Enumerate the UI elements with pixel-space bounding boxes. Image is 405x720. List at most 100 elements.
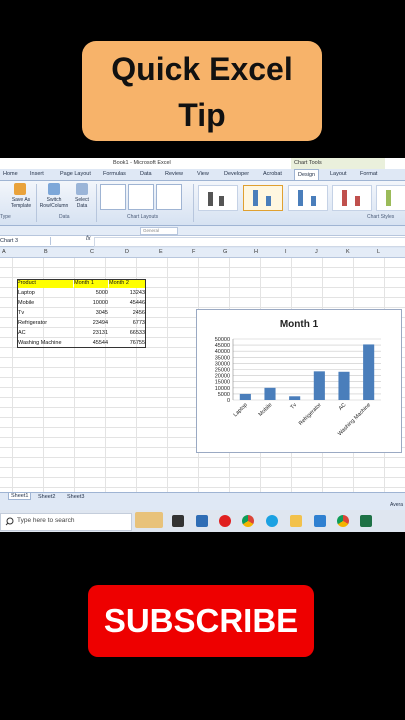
excel-icon[interactable] (360, 515, 372, 527)
taskbar-search[interactable]: Type here to search (0, 513, 132, 531)
col-g[interactable]: G (223, 249, 227, 255)
y-tick-label: 25000 (215, 368, 230, 374)
title-banner: Quick Excel Tip (82, 41, 322, 141)
tab-acrobat[interactable]: Acrobat (263, 171, 282, 177)
x-tick-label: AC (338, 402, 348, 412)
group-styles-label: Chart Styles (367, 214, 395, 220)
chart-title: Month 1 (280, 319, 319, 330)
chart-style-1[interactable] (198, 185, 238, 211)
x-tick-label: Mobile (258, 402, 274, 418)
chrome-icon[interactable] (337, 515, 349, 527)
y-tick-label: 40000 (215, 349, 230, 355)
chart-layout-2[interactable] (128, 184, 154, 210)
col-f[interactable]: F (192, 249, 195, 255)
y-tick-label: 45000 (215, 343, 230, 349)
bar (289, 396, 301, 400)
chart-style-4[interactable] (332, 185, 372, 211)
mail-icon[interactable] (196, 515, 208, 527)
number-format-select[interactable]: General (140, 227, 178, 235)
tab-design[interactable]: Design (294, 169, 320, 180)
switch-row-column-label: Switch Row/Column (39, 197, 69, 209)
bar (264, 387, 276, 400)
chart-tools-label: Chart Tools (294, 160, 322, 166)
chart-style-5-preview (386, 190, 391, 206)
chrome-icon[interactable] (242, 515, 254, 527)
sheet-tabs-bar: Sheet1 Sheet2 Sheet3 (0, 492, 405, 502)
col-b[interactable]: B (44, 249, 48, 255)
banner-line-2: Tip (178, 97, 226, 133)
tab-formulas[interactable]: Formulas (103, 171, 126, 177)
task-view-icon[interactable] (172, 515, 184, 527)
col-c[interactable]: C (90, 249, 94, 255)
opera-icon[interactable] (219, 515, 231, 527)
sheet-tab-1[interactable]: Sheet1 (8, 493, 32, 500)
tab-review[interactable]: Review (165, 171, 183, 177)
banner-line-1: Quick Excel (111, 51, 293, 87)
chart-style-4-preview (342, 190, 360, 206)
quick-toolbar: General (0, 226, 405, 236)
col-k[interactable]: K (346, 249, 350, 255)
formula-input[interactable] (94, 237, 405, 247)
tab-page-layout[interactable]: Page Layout (60, 171, 91, 177)
name-box[interactable]: Chart 3 (0, 237, 51, 245)
ribbon-separator (36, 184, 37, 222)
chart-layout-3[interactable] (156, 184, 182, 210)
x-tick-label: Refrigerator (298, 402, 323, 427)
group-type-label: Type (0, 214, 11, 220)
excel-window: Book1 - Microsoft Excel Chart Tools Home… (0, 158, 405, 532)
col-a[interactable]: A (2, 249, 6, 255)
status-bar: Avera (0, 502, 405, 510)
ribbon-panel: Save As Template Type Switch Row/Column … (0, 181, 405, 226)
col-e[interactable]: E (159, 249, 163, 255)
subscribe-button[interactable]: SUBSCRIBE (88, 585, 314, 657)
weather-widget-icon[interactable] (135, 512, 163, 528)
x-tick-label: Laptop (233, 402, 249, 418)
tab-data[interactable]: Data (140, 171, 152, 177)
chart-type-icon (14, 183, 26, 195)
chart-style-2[interactable] (243, 185, 283, 211)
bar (313, 371, 325, 400)
sheet-tab-3[interactable]: Sheet3 (67, 494, 84, 500)
bar (363, 344, 375, 400)
col-d[interactable]: D (125, 249, 129, 255)
formula-bar: Chart 3 fx (0, 236, 405, 247)
tab-home[interactable]: Home (3, 171, 18, 177)
col-i[interactable]: I (285, 249, 287, 255)
y-tick-label: 15000 (215, 380, 230, 386)
save-as-template-button[interactable]: Save As Template (6, 197, 36, 209)
table-border (17, 279, 146, 348)
fx-label[interactable]: fx (86, 236, 91, 242)
x-tick-label: Tv (290, 402, 299, 411)
select-data-button[interactable]: Select Data (71, 183, 93, 209)
switch-row-column-icon (48, 183, 60, 195)
col-j[interactable]: J (315, 249, 318, 255)
ribbon-separator (96, 184, 97, 222)
tab-view[interactable]: View (197, 171, 209, 177)
switch-row-column-button[interactable]: Switch Row/Column (39, 183, 69, 209)
ribbon-tabs: Home Insert Page Layout Formulas Data Re… (0, 169, 405, 181)
window-title: Book1 - Microsoft Excel (113, 160, 171, 166)
windows-taskbar: Type here to search (0, 510, 405, 532)
chart-object[interactable]: Month 1 0 5000 10000 15000 20000 25000 30000 350… (196, 309, 402, 453)
edge-icon[interactable] (266, 515, 278, 527)
tab-layout[interactable]: Layout (330, 171, 347, 177)
select-data-label: Select Data (75, 197, 89, 209)
file-explorer-icon[interactable] (290, 515, 302, 527)
y-tick-label: 50000 (215, 337, 230, 343)
y-tick-label: 10000 (215, 386, 230, 392)
tab-insert[interactable]: Insert (30, 171, 44, 177)
bar (239, 393, 251, 400)
chart-style-5[interactable] (376, 185, 405, 211)
change-chart-type-button[interactable] (8, 183, 32, 197)
chart-style-3[interactable] (288, 185, 328, 211)
col-h[interactable]: H (254, 249, 258, 255)
tab-format[interactable]: Format (360, 171, 377, 177)
sheet-tab-2[interactable]: Sheet2 (38, 494, 55, 500)
chart-layout-1[interactable] (100, 184, 126, 210)
y-tick-label: 0 (227, 398, 230, 404)
col-l[interactable]: L (377, 249, 380, 255)
vscode-icon[interactable] (314, 515, 326, 527)
bar (338, 371, 350, 400)
tab-developer[interactable]: Developer (224, 171, 249, 177)
bar-chart[interactable]: Month 1 050001000015000200002500030000350… (197, 310, 401, 452)
